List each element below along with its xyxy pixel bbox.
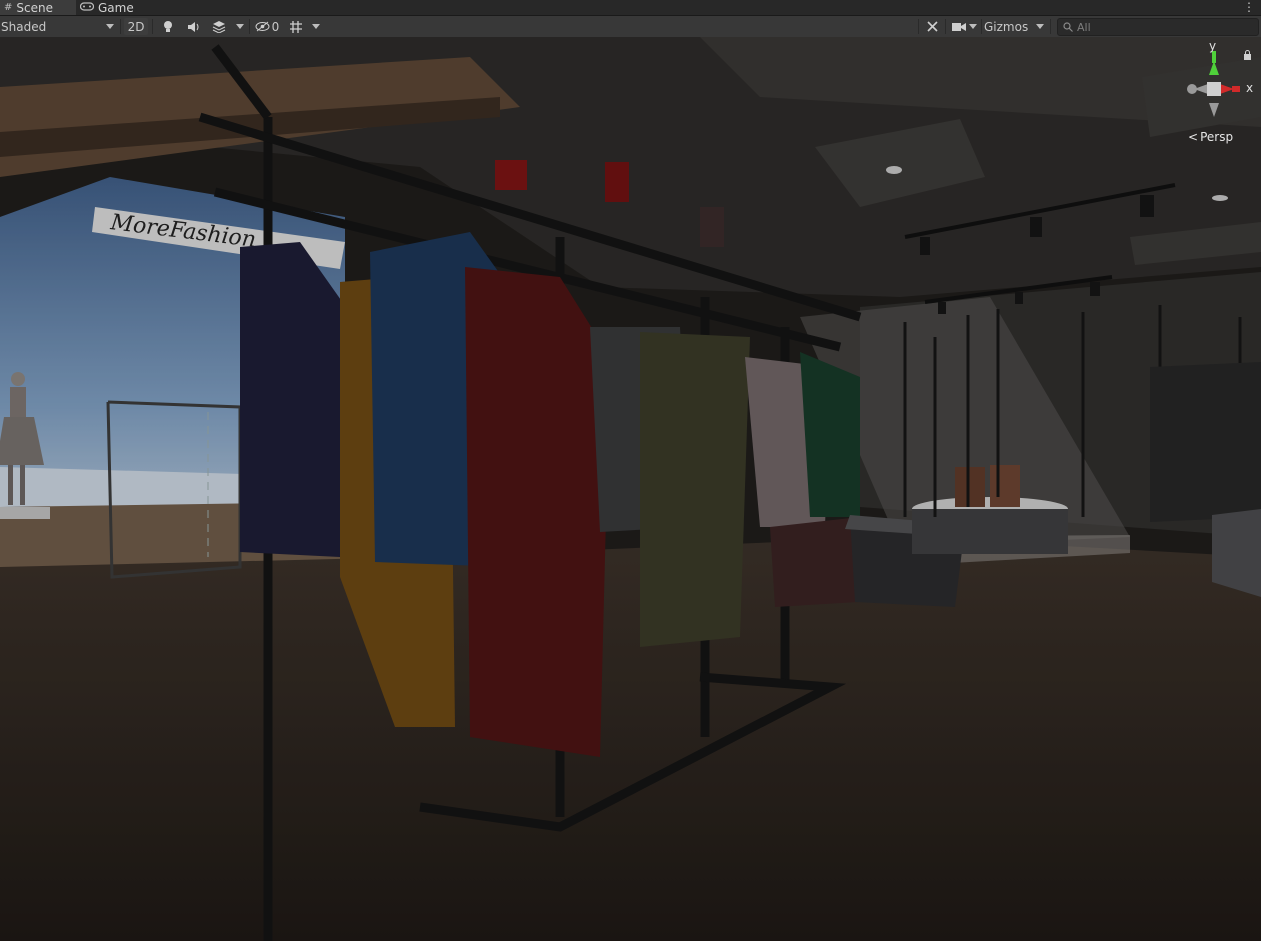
gamepad-icon	[79, 1, 95, 14]
tab-scene-label: Scene	[16, 0, 53, 15]
tab-game[interactable]: Game	[79, 0, 140, 15]
search-field[interactable]: All	[1057, 18, 1259, 36]
lightbulb-icon	[164, 21, 172, 32]
scene-visibility-toggle[interactable]: 0	[253, 18, 281, 35]
2d-toggle-button[interactable]: 2D	[124, 18, 148, 35]
gizmos-label: Gizmos	[984, 19, 1029, 34]
gizmos-dropdown[interactable]	[1033, 18, 1047, 35]
shading-mode-label: Shaded	[1, 19, 47, 34]
tab-game-label: Game	[98, 0, 134, 15]
chevron-down-icon	[106, 24, 114, 29]
hidden-eye-icon	[255, 21, 270, 32]
scene-toolbar: Shaded 2D 0 Gizmos All	[0, 16, 1261, 38]
shading-mode-dropdown[interactable]: Shaded	[0, 18, 118, 35]
grid-snap-icon	[290, 20, 302, 33]
projection-toggle[interactable]: < Persp	[1188, 130, 1233, 144]
speaker-icon	[188, 21, 199, 32]
tab-bar: # Scene Game ⋮	[0, 0, 1261, 16]
2d-toggle-label: 2D	[127, 19, 145, 34]
tools-icon	[926, 21, 938, 32]
effects-dropdown[interactable]	[234, 18, 246, 35]
hidden-count: 0	[271, 19, 280, 34]
camera-settings-button[interactable]	[949, 18, 979, 35]
layers-icon	[212, 21, 226, 33]
perspective-icon: <	[1188, 130, 1199, 144]
tab-scene[interactable]: # Scene	[0, 0, 76, 15]
grid-icon: #	[4, 2, 13, 13]
lighting-toggle-button[interactable]	[158, 18, 178, 35]
grid-toggle-button[interactable]	[286, 18, 306, 35]
projection-label: Persp	[1200, 130, 1234, 144]
scene-viewport[interactable]: MoreFashion y x < Persp	[0, 37, 1261, 941]
search-placeholder: All	[1077, 20, 1091, 34]
lock-icon[interactable]	[1243, 49, 1252, 63]
chevron-down-icon	[312, 24, 320, 29]
chevron-down-icon	[968, 24, 977, 29]
chevron-down-icon	[1036, 24, 1044, 29]
search-icon	[1063, 22, 1073, 32]
scene-view-window: # Scene Game ⋮ Shaded 2D 0 Gizmos All Mo…	[0, 0, 1261, 941]
more-options-icon[interactable]: ⋮	[1243, 0, 1255, 15]
effects-toggle-button[interactable]	[208, 18, 230, 35]
audio-toggle-button[interactable]	[184, 18, 204, 35]
gizmos-button[interactable]: Gizmos	[984, 18, 1030, 35]
tools-button[interactable]	[922, 18, 942, 35]
axis-x-label: x	[1246, 81, 1254, 95]
axis-y-label: y	[1209, 39, 1217, 53]
camera-icon	[951, 22, 966, 31]
chevron-down-icon	[236, 24, 244, 29]
scene-render: MoreFashion	[0, 37, 1261, 941]
grid-dropdown[interactable]	[310, 18, 322, 35]
